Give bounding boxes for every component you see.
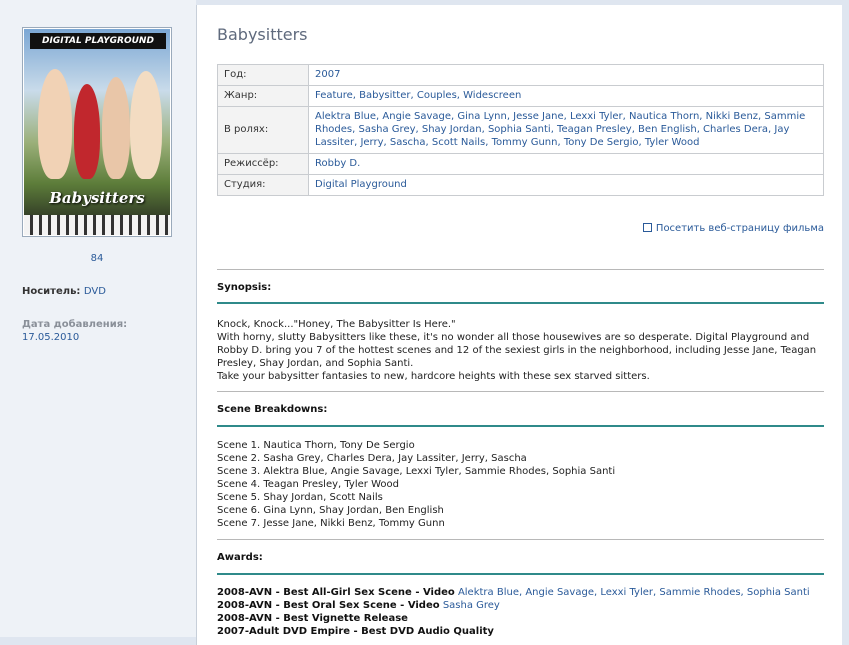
section-rule	[217, 573, 824, 575]
synopsis-text: Knock, Knock..."Honey, The Babysitter Is…	[217, 319, 817, 382]
left-sidebar: DIGITAL PLAYGROUND Babysitters 84 Носите…	[0, 0, 196, 637]
cover-figure-2	[74, 84, 100, 179]
info-row-studio: Студия: Digital Playground	[217, 174, 824, 196]
info-value-link[interactable]: Robby D.	[308, 153, 824, 175]
divider	[217, 391, 824, 392]
cover-number-link[interactable]: 84	[22, 253, 172, 264]
media-value-link[interactable]: DVD	[84, 286, 106, 297]
scene-list: Scene 1. Nautica Thorn, Tony De Sergio S…	[217, 440, 616, 529]
info-row-genre: Жанр: Feature, Babysitter, Couples, Wide…	[217, 85, 824, 107]
cover-studio-banner: DIGITAL PLAYGROUND	[30, 33, 166, 49]
award-title: 2008-AVN - Best Vignette Release	[217, 613, 408, 624]
info-key: Режиссёр:	[217, 153, 309, 175]
external-link-icon	[642, 223, 652, 232]
movie-info-table: Год: 2007 Жанр: Feature, Babysitter, Cou…	[217, 64, 824, 196]
award-title: 2008-AVN - Best Oral Sex Scene - Video	[217, 600, 440, 611]
cover-figure-4	[130, 71, 162, 179]
info-value-link[interactable]: Alektra Blue, Angie Savage, Gina Lynn, J…	[308, 106, 824, 154]
visit-website-link[interactable]: Посетить веб-страницу фильма	[642, 222, 824, 234]
cover-title: Babysitters	[49, 189, 145, 207]
info-row-cast: В ролях: Alektra Blue, Angie Savage, Gin…	[217, 106, 824, 154]
cover-figure-1	[38, 69, 72, 179]
movie-cover-image[interactable]: DIGITAL PLAYGROUND Babysitters	[22, 27, 172, 237]
cover-art: DIGITAL PLAYGROUND Babysitters	[24, 29, 170, 235]
award-title: 2007-Adult DVD Empire - Best DVD Audio Q…	[217, 626, 494, 637]
info-value-link[interactable]: 2007	[308, 64, 824, 86]
date-added-label: Дата добавления:	[22, 319, 128, 330]
info-key: Жанр:	[217, 85, 309, 107]
page-title: Babysitters	[217, 25, 308, 44]
award-item: 2008-AVN - Best All-Girl Sex Scene - Vid…	[217, 587, 810, 599]
info-row-director: Режиссёр: Robby D.	[217, 153, 824, 175]
info-row-year: Год: 2007	[217, 64, 824, 86]
award-item: 2008-AVN - Best Vignette Release	[217, 613, 408, 625]
award-item: 2007-Adult DVD Empire - Best DVD Audio Q…	[217, 626, 494, 638]
section-rule	[217, 425, 824, 427]
media-row: Носитель: DVD	[22, 286, 106, 297]
info-value-link[interactable]: Digital Playground	[308, 174, 824, 196]
awards-heading: Awards:	[217, 552, 263, 563]
divider	[217, 269, 824, 270]
info-key: Год:	[217, 64, 309, 86]
divider	[217, 539, 824, 540]
info-key: Студия:	[217, 174, 309, 196]
section-rule	[217, 302, 824, 304]
visit-website-label: Посетить веб-страницу фильма	[655, 223, 824, 234]
award-names-link[interactable]: Sasha Grey	[443, 600, 500, 611]
date-added-value: 17.05.2010	[22, 332, 80, 343]
cover-figure-3	[102, 77, 130, 179]
info-value-link[interactable]: Feature, Babysitter, Couples, Widescreen	[308, 85, 824, 107]
info-key: В ролях:	[217, 106, 309, 154]
award-title: 2008-AVN - Best All-Girl Sex Scene - Vid…	[217, 587, 455, 598]
media-label: Носитель:	[22, 286, 81, 297]
movie-details-panel: Babysitters Год: 2007 Жанр: Feature, Bab…	[196, 5, 842, 645]
award-item: 2008-AVN - Best Oral Sex Scene - Video S…	[217, 600, 500, 612]
synopsis-heading: Synopsis:	[217, 282, 272, 293]
scene-breakdowns-heading: Scene Breakdowns:	[217, 404, 328, 415]
cover-fence	[24, 215, 170, 235]
award-names-link[interactable]: Alektra Blue, Angie Savage, Lexxi Tyler,…	[458, 587, 810, 598]
